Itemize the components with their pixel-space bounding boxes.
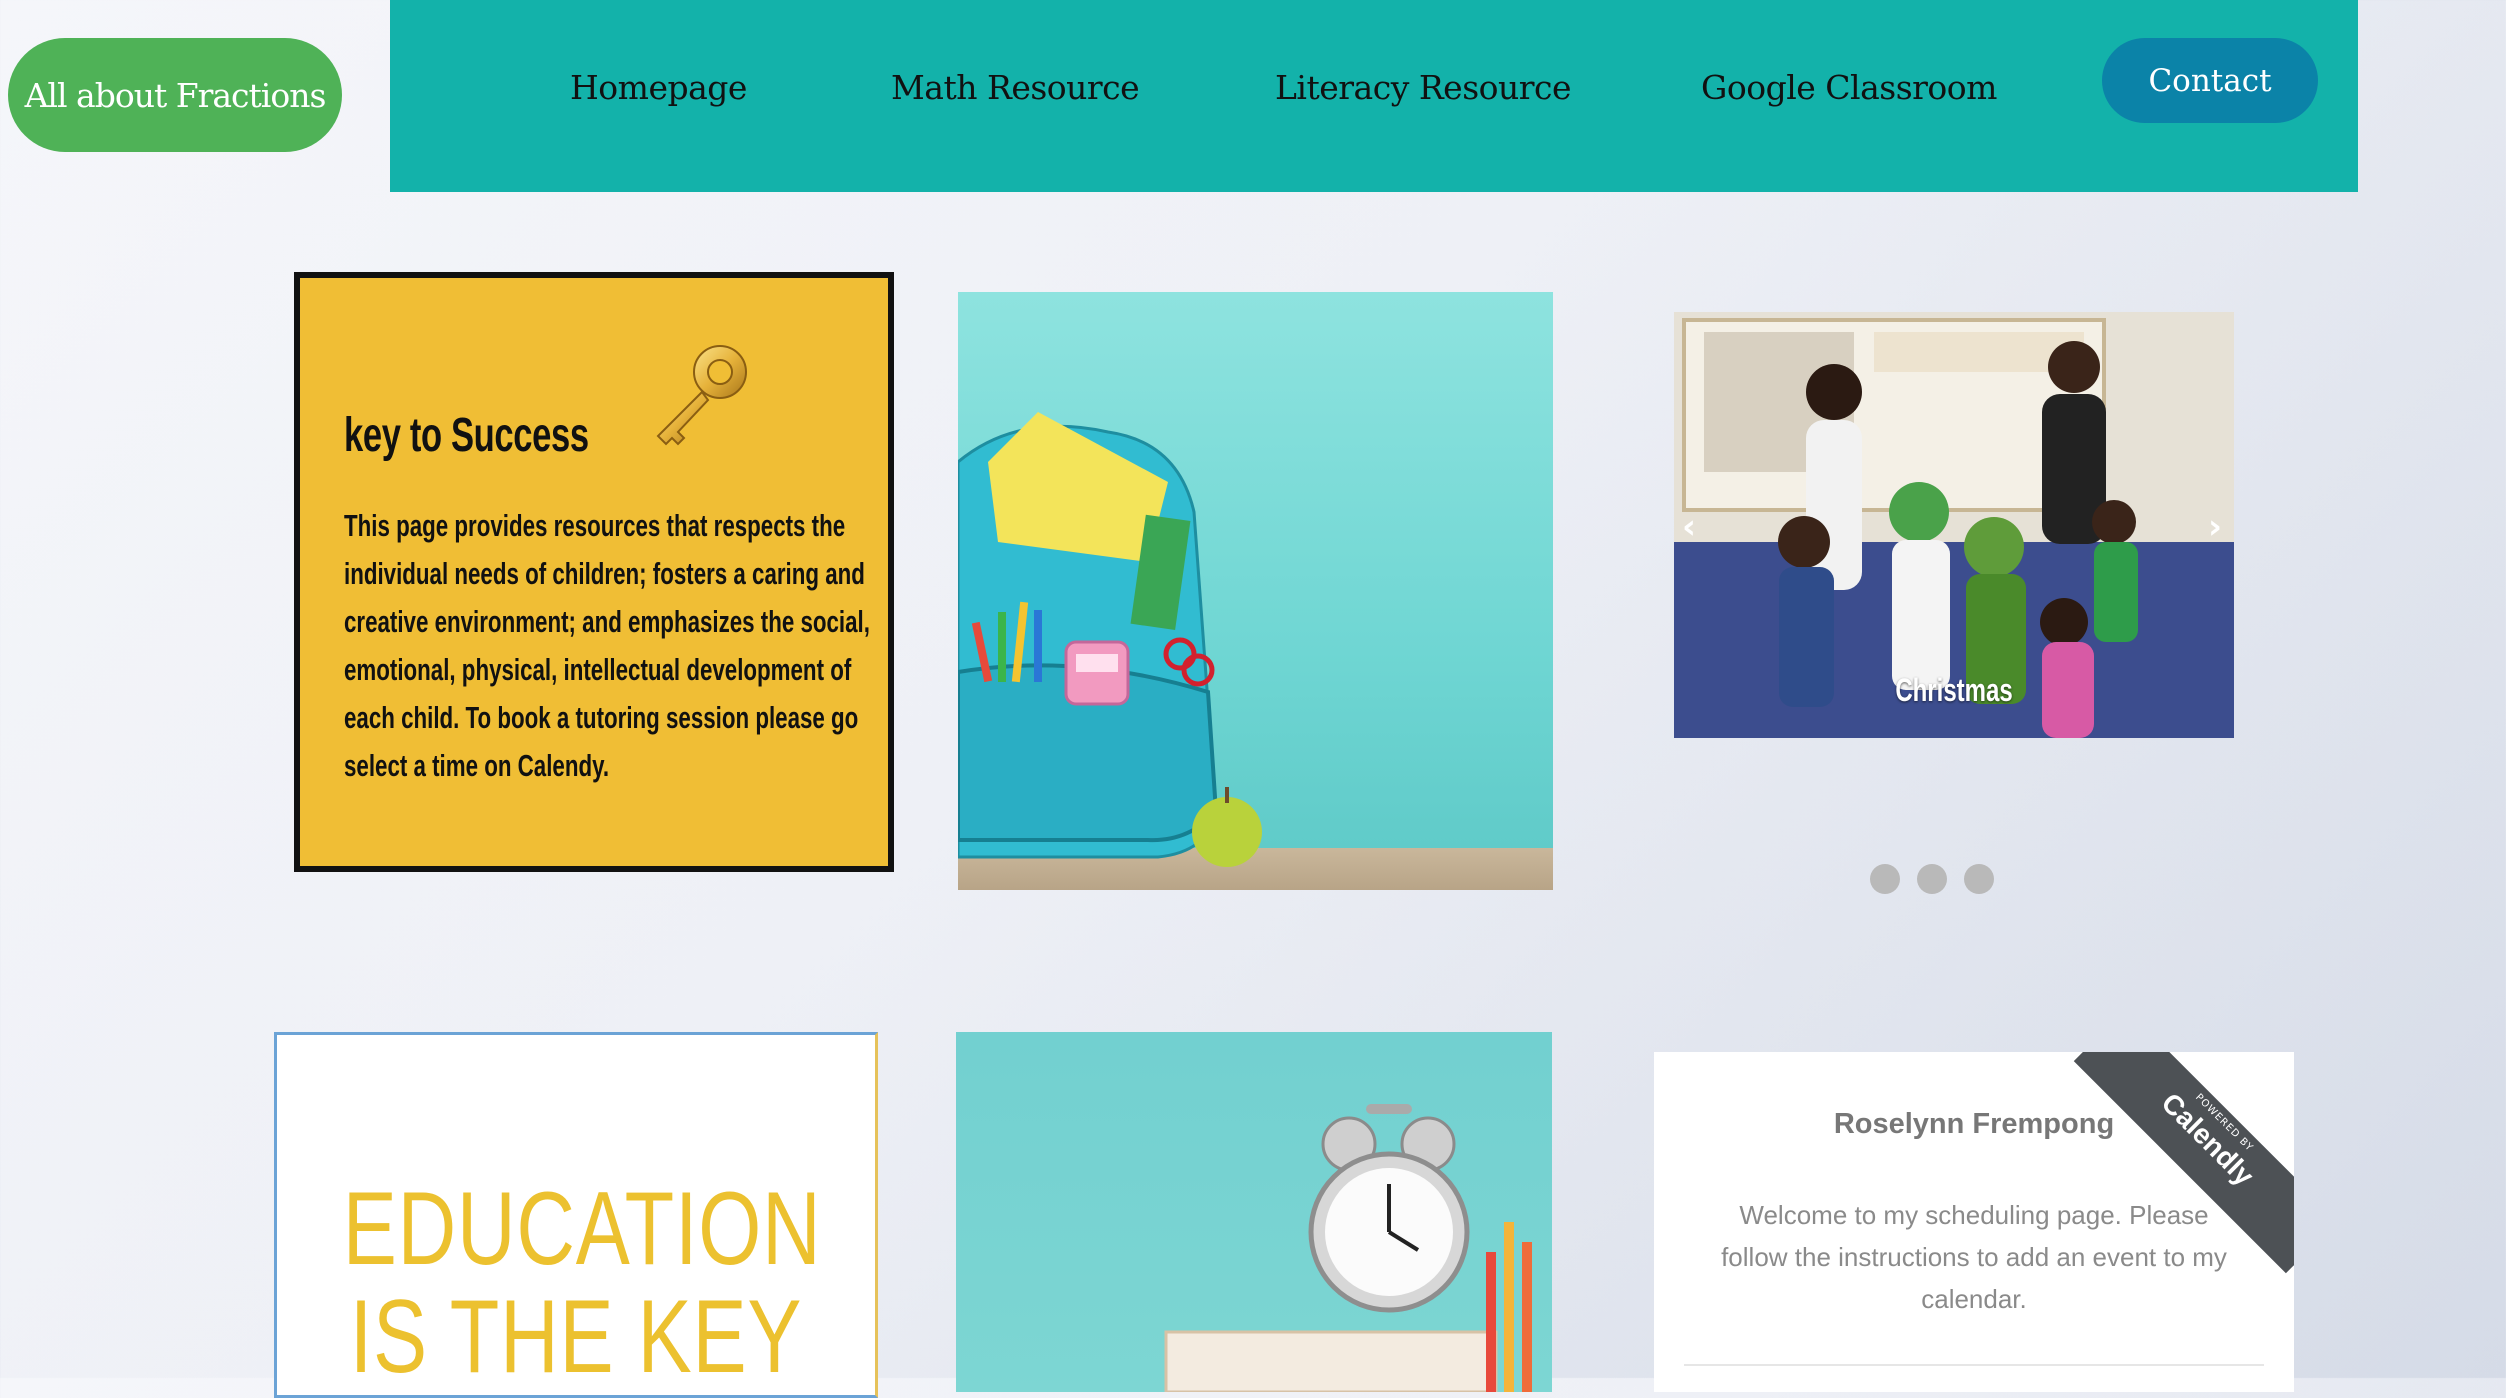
education-line-2: IS THE KEY — [349, 1279, 803, 1395]
carousel-caption: Christmas — [1895, 672, 2013, 708]
site-home-button[interactable]: All about Fractions — [8, 38, 342, 152]
backpack-photo — [958, 292, 1553, 890]
key-icon — [656, 345, 747, 446]
key-card-title: key to Success — [344, 409, 589, 462]
nav-homepage[interactable]: Homepage — [570, 68, 747, 107]
nav-google-classroom[interactable]: Google Classroom — [1701, 68, 1997, 107]
contact-button[interactable]: Contact — [2102, 38, 2318, 123]
education-line-1: EDUCATION — [342, 1171, 822, 1287]
alarm-clock-photo — [956, 1032, 1552, 1392]
photo-carousel[interactable]: ‹ › Christmas — [1674, 312, 2234, 738]
carousel-next-icon[interactable]: › — [2208, 507, 2222, 547]
key-to-success-card: key to Success This page provides resour… — [294, 272, 894, 872]
calendly-widget[interactable]: Roselynn Frempong Welcome to my scheduli… — [1654, 1052, 2294, 1392]
carousel-pagination — [1870, 864, 1994, 894]
carousel-prev-icon[interactable]: ‹ — [1682, 507, 1696, 547]
carousel-dot-3[interactable] — [1964, 864, 1994, 894]
key-card-description: This page provides resources that respec… — [344, 508, 870, 783]
carousel-dot-2[interactable] — [1917, 864, 1947, 894]
carousel-dot-1[interactable] — [1870, 864, 1900, 894]
calendly-welcome-text: Welcome to my scheduling page. Please fo… — [1721, 1200, 2227, 1314]
nav-math-resource[interactable]: Math Resource — [891, 68, 1140, 107]
calendly-divider — [1684, 1364, 2264, 1366]
education-card: EDUCATION IS THE KEY — [274, 1032, 878, 1398]
top-navigation-bar: Homepage Math Resource Literacy Resource… — [390, 0, 2358, 192]
nav-literacy-resource[interactable]: Literacy Resource — [1275, 68, 1572, 107]
